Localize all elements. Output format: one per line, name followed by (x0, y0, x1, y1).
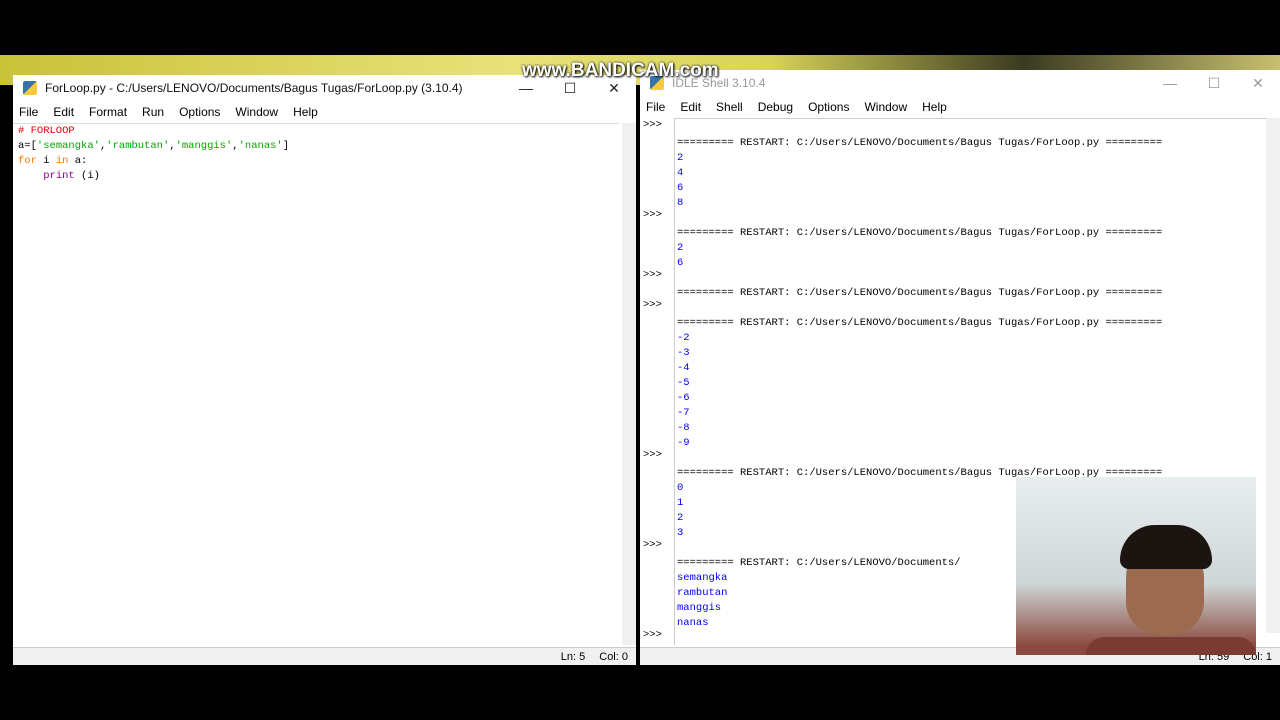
editor-scrollbar[interactable] (622, 123, 636, 645)
gutter-blank (643, 223, 672, 238)
gutter-blank (643, 148, 672, 163)
gutter-blank (643, 238, 672, 253)
editor-window: ForLoop.py - C:/Users/LENOVO/Documents/B… (13, 75, 636, 665)
code-text: # FORLOOP a=['semangka','rambutan','mang… (18, 124, 289, 184)
gutter-blank (643, 133, 672, 148)
editor-menubar: File Edit Format Run Options Window Help (13, 101, 636, 123)
gutter-blank (643, 358, 672, 373)
column-number: Col: 0 (599, 650, 628, 663)
shell-scrollbar[interactable] (1266, 118, 1280, 633)
menu-options[interactable]: Options (179, 105, 220, 119)
shell-titlebar: IDLE Shell 3.10.4 — ☐ ✕ (640, 70, 1280, 96)
gutter-blank (643, 478, 672, 493)
shell-prompt: >>> (643, 209, 662, 221)
output-line: 6 (677, 257, 684, 269)
minimize-button[interactable]: — (504, 80, 548, 97)
output-line: 6 (677, 182, 684, 194)
python-icon (23, 81, 37, 95)
menu-help[interactable]: Help (293, 105, 318, 119)
output-line: 8 (677, 197, 684, 209)
gutter-blank (643, 403, 672, 418)
code-assign: a=['semangka','rambutan','manggis','nana… (18, 140, 290, 152)
menu-run[interactable]: Run (142, 105, 164, 119)
gutter-blank (643, 583, 672, 598)
output-line: -8 (677, 422, 690, 434)
output-line: -5 (677, 377, 690, 389)
menu-edit[interactable]: Edit (680, 100, 701, 114)
gutter-blank (643, 463, 672, 478)
menu-help[interactable]: Help (922, 100, 947, 114)
output-line: -9 (677, 437, 690, 449)
menu-window[interactable]: Window (864, 100, 907, 114)
gutter-blank (643, 493, 672, 508)
close-button[interactable]: ✕ (592, 80, 636, 97)
gutter-blank (643, 553, 672, 568)
maximize-button[interactable]: ☐ (548, 80, 592, 97)
gutter-blank (643, 508, 672, 523)
menu-edit[interactable]: Edit (53, 105, 74, 119)
restart-banner: ========= RESTART: C:/Users/LENOVO/Docum… (677, 287, 1163, 299)
menu-debug[interactable]: Debug (758, 100, 793, 114)
minimize-button[interactable]: — (1148, 75, 1192, 92)
prompt-gutter: >>> >>> >>> >>> >>> >>> >>> (640, 118, 672, 645)
shell-menubar: File Edit Shell Debug Options Window Hel… (640, 96, 1280, 118)
gutter-blank (643, 253, 672, 268)
restart-banner: ========= RESTART: C:/Users/LENOVO/Docum… (677, 227, 1163, 239)
webcam-overlay (1016, 477, 1256, 655)
maximize-button[interactable]: ☐ (1192, 75, 1236, 92)
output-line: 2 (677, 242, 684, 254)
output-line: -2 (677, 332, 690, 344)
menu-file[interactable]: File (19, 105, 38, 119)
shell-prompt: >>> (643, 119, 662, 131)
gutter-blank (643, 193, 672, 208)
code-for: for i in a: (18, 155, 88, 167)
gutter-blank (643, 433, 672, 448)
gutter-blank (643, 388, 672, 403)
code-comment: # FORLOOP (18, 125, 75, 137)
output-line: 2 (677, 152, 684, 164)
menu-file[interactable]: File (646, 100, 665, 114)
shell-prompt: >>> (643, 299, 662, 311)
gutter-blank (643, 373, 672, 388)
gutter-blank (643, 328, 672, 343)
output-line: -6 (677, 392, 690, 404)
gutter-blank (643, 598, 672, 613)
editor-statusbar: Ln: 5 Col: 0 (13, 647, 636, 665)
shell-prompt: >>> (643, 269, 662, 281)
menu-options[interactable]: Options (808, 100, 849, 114)
gutter-blank (643, 313, 672, 328)
menu-window[interactable]: Window (235, 105, 278, 119)
shell-prompt: >>> (643, 449, 662, 461)
close-button[interactable]: ✕ (1236, 75, 1280, 92)
output-line: -3 (677, 347, 690, 359)
gutter-blank (643, 178, 672, 193)
gutter-blank (643, 163, 672, 178)
restart-banner: ========= RESTART: C:/Users/LENOVO/Docum… (677, 137, 1163, 149)
gutter-blank (643, 343, 672, 358)
shell-prompt: >>> (643, 629, 662, 641)
editor-title: ForLoop.py - C:/Users/LENOVO/Documents/B… (45, 81, 463, 95)
gutter-blank (643, 418, 672, 433)
gutter-blank (643, 613, 672, 628)
menu-shell[interactable]: Shell (716, 100, 743, 114)
bandicam-watermark: www.BANDICAM.com (522, 60, 719, 81)
shell-prompt: >>> (643, 539, 662, 551)
gutter-blank (643, 523, 672, 538)
output-line: 4 (677, 167, 684, 179)
code-print: print (i) (43, 170, 100, 182)
gutter-blank (643, 283, 672, 298)
restart-banner: ========= RESTART: C:/Users/LENOVO/Docum… (677, 317, 1163, 329)
line-number: Ln: 5 (560, 650, 586, 663)
code-editor[interactable]: # FORLOOP a=['semangka','rambutan','mang… (13, 123, 619, 643)
output-line: -7 (677, 407, 690, 419)
output-line: -4 (677, 362, 690, 374)
gutter-blank (643, 568, 672, 583)
menu-format[interactable]: Format (89, 105, 127, 119)
